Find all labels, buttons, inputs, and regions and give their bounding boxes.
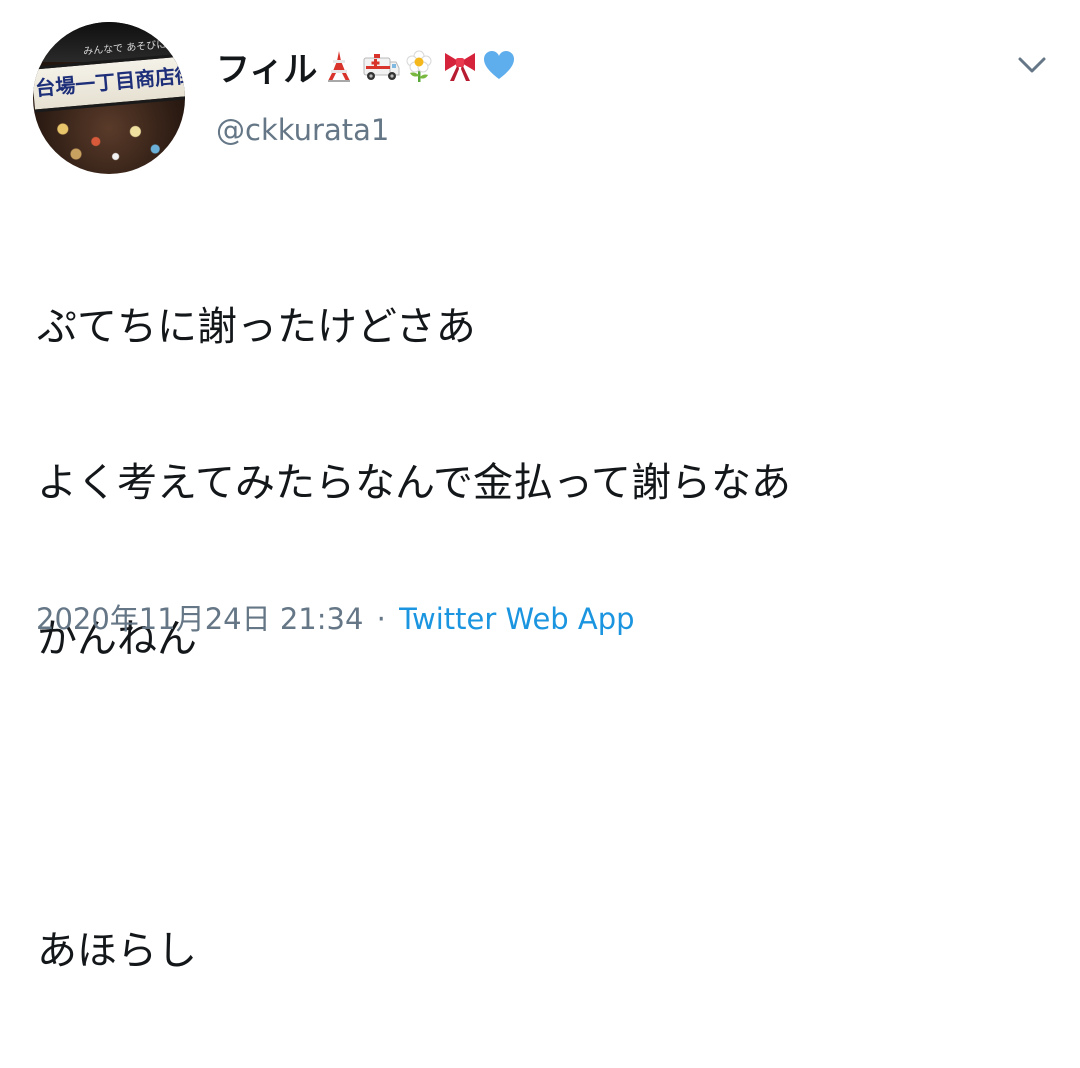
ambulance-emoji [362, 49, 400, 83]
tokyo-tower-emoji [322, 49, 356, 83]
tweet-text: ぷてちに謝ったけどさあ よく考えてみたらなんで金払って謝らなあ かんねん あほら… [37, 210, 1047, 1068]
source-link[interactable]: Twitter Web App [399, 602, 635, 636]
tweet-text-line: よく考えてみたらなんで金払って謝らなあ [37, 460, 791, 506]
tweet-text-line: ぷてちに謝ったけどさあ [37, 304, 476, 350]
user-handle[interactable]: @ckkurata1 [216, 113, 389, 147]
tweet-text-blank-line [37, 756, 1047, 834]
ribbon-emoji [442, 49, 476, 83]
avatar[interactable]: みんなで あそびに 台場一丁目商店街 [33, 22, 185, 174]
timestamp[interactable]: 2020年11月24日 21:34 [36, 602, 363, 636]
name-emojis [322, 46, 516, 86]
tweet-text-line: あほらし [37, 928, 197, 974]
blossom-emoji [402, 49, 436, 83]
chevron-down-icon[interactable] [1014, 50, 1050, 80]
meta-separator: · [376, 602, 386, 636]
display-name[interactable]: フィル [216, 42, 317, 91]
tweet-card: みんなで あそびに 台場一丁目商店街 フィル @ckkurata1 ぷてちに謝っ… [0, 0, 1080, 974]
avatar-lights [43, 114, 175, 164]
blue-heart-emoji [482, 49, 516, 83]
tweet-meta: 2020年11月24日 21:34 · Twitter Web App [36, 596, 635, 638]
